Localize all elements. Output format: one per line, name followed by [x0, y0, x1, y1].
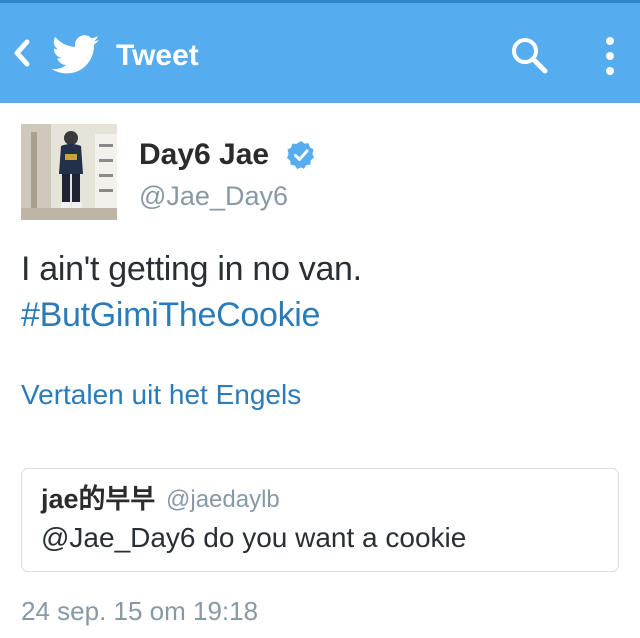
page-title: Tweet	[116, 39, 199, 72]
quoted-tweet-card[interactable]: jae的부부 @jaedaylb @Jae_Day6 do you want a…	[21, 468, 619, 572]
more-vert-icon	[606, 37, 614, 75]
chevron-left-icon	[14, 39, 30, 67]
back-button[interactable]	[8, 35, 36, 71]
tweet-text: I ain't getting in no van.	[21, 250, 362, 288]
tweet-timestamp: 24 sep. 15 om 19:18	[21, 596, 259, 626]
translate-link[interactable]: Vertalen uit het Engels	[21, 377, 301, 413]
hashtag-link[interactable]: #ButGimiTheCookie	[21, 294, 320, 336]
search-button[interactable]	[508, 35, 552, 75]
author-handle[interactable]: @Jae_Day6	[139, 180, 288, 212]
quoted-tweet-text: @Jae_Day6 do you want a cookie	[41, 522, 467, 553]
app-bar: Tweet	[0, 0, 640, 103]
quoted-author-name: jae的부부	[41, 484, 156, 514]
avatar[interactable]	[21, 124, 117, 220]
search-icon	[512, 38, 548, 74]
twitter-bird-icon	[51, 35, 100, 75]
author-display-name[interactable]: Day6 Jae	[139, 137, 269, 173]
overflow-menu-button[interactable]	[598, 31, 622, 79]
verified-badge-icon	[286, 140, 316, 170]
quoted-author-handle: @jaedaylb	[166, 486, 280, 513]
